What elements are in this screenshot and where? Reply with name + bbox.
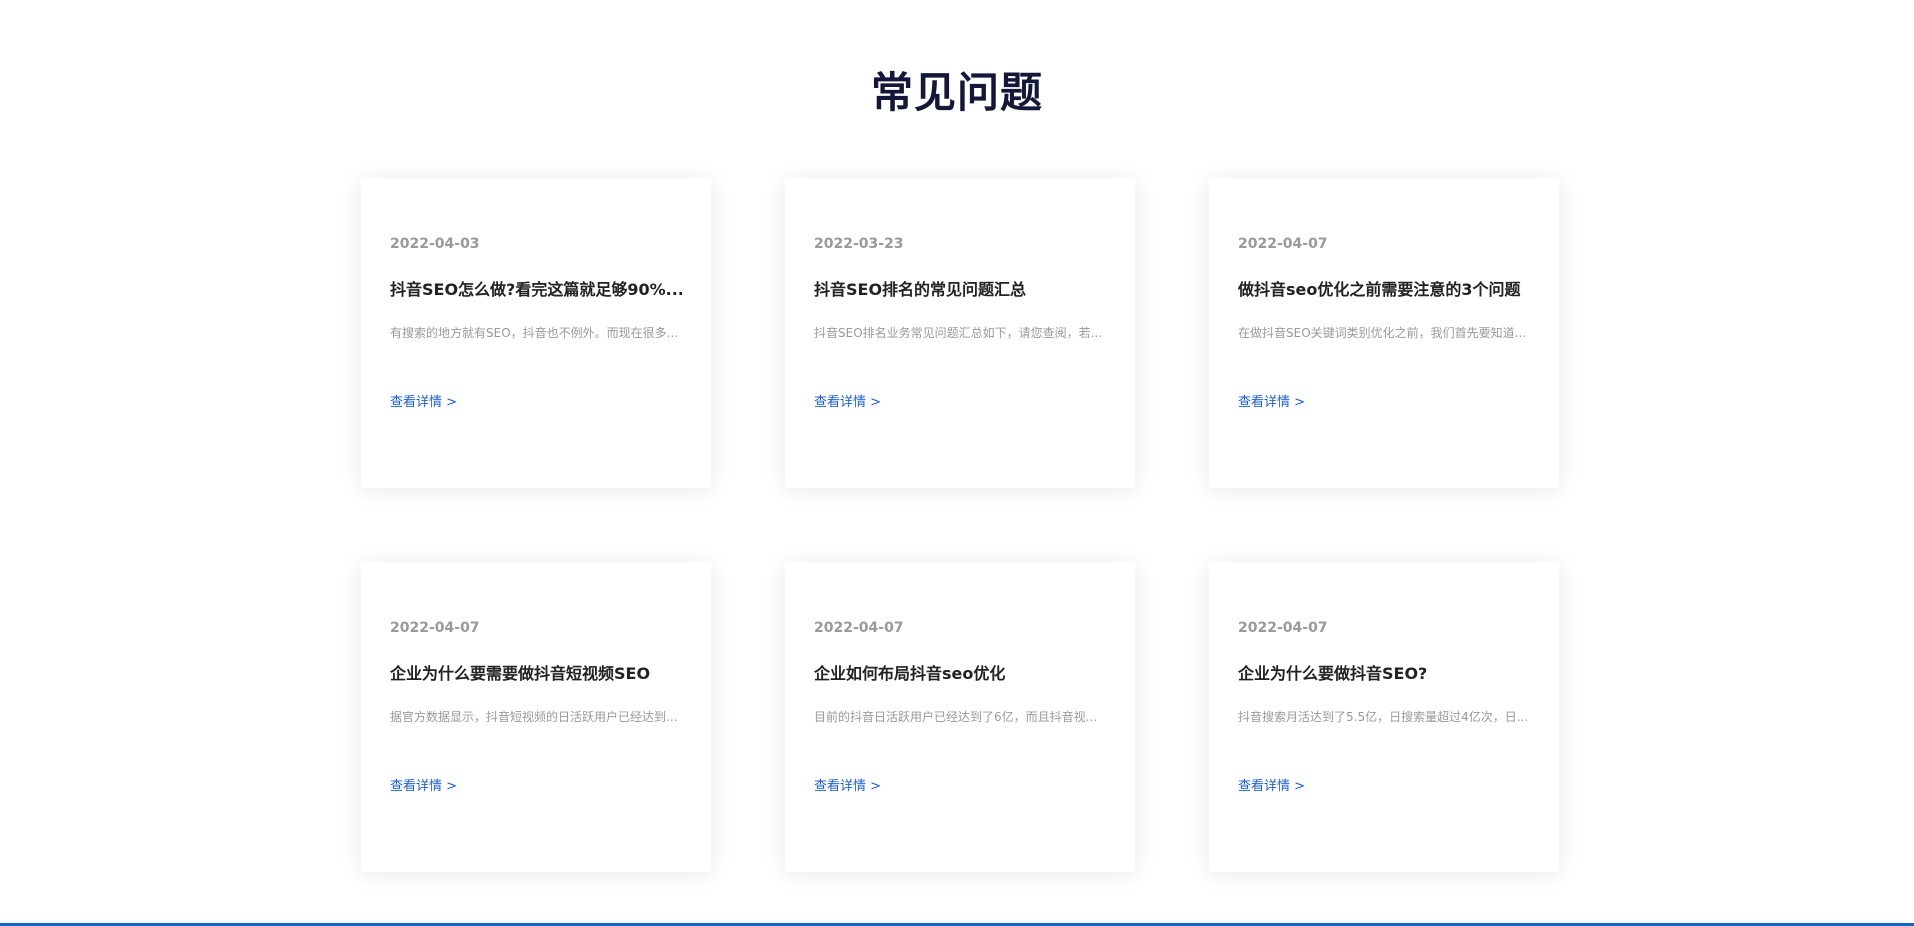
view-details-link[interactable]: 查看详情 >: [1238, 394, 1305, 412]
card-summary: 据官方数据显示，抖音短视频的日活跃用户已经达到...: [390, 710, 678, 724]
card-title[interactable]: 做抖音seo优化之前需要注意的3个问题: [1238, 279, 1530, 301]
card-title[interactable]: 企业如何布局抖音seo优化: [814, 663, 1106, 685]
faq-page: 常见问题 2022-04-03 抖音SEO怎么做?看完这篇就足够90%... 有…: [0, 0, 1914, 926]
card-date: 2022-04-07: [1238, 620, 1328, 636]
card-title[interactable]: 抖音SEO怎么做?看完这篇就足够90%...: [390, 279, 682, 301]
card-summary: 在做抖音SEO关键词类别优化之前，我们首先要知道...: [1238, 326, 1527, 340]
faq-card: 2022-04-07 企业为什么要需要做抖音短视频SEO 据官方数据显示，抖音短…: [361, 562, 711, 872]
faq-card: 2022-04-07 做抖音seo优化之前需要注意的3个问题 在做抖音SEO关键…: [1209, 178, 1559, 488]
card-title[interactable]: 企业为什么要需要做抖音短视频SEO: [390, 663, 682, 685]
view-details-link[interactable]: 查看详情 >: [390, 778, 457, 796]
card-date: 2022-03-23: [814, 236, 904, 252]
card-date: 2022-04-03: [390, 236, 480, 252]
card-summary: 抖音搜索月活达到了5.5亿，日搜索量超过4亿次，日...: [1238, 710, 1529, 724]
card-summary: 抖音SEO排名业务常见问题汇总如下，请您查阅，若...: [814, 326, 1103, 340]
faq-card-grid: 2022-04-03 抖音SEO怎么做?看完这篇就足够90%... 有搜索的地方…: [361, 178, 1560, 872]
view-details-link[interactable]: 查看详情 >: [1238, 778, 1305, 796]
faq-card: 2022-04-03 抖音SEO怎么做?看完这篇就足够90%... 有搜索的地方…: [361, 178, 711, 488]
card-date: 2022-04-07: [1238, 236, 1328, 252]
faq-card: 2022-04-07 企业为什么要做抖音SEO? 抖音搜索月活达到了5.5亿，日…: [1209, 562, 1559, 872]
card-title[interactable]: 企业为什么要做抖音SEO?: [1238, 663, 1530, 685]
faq-card: 2022-03-23 抖音SEO排名的常见问题汇总 抖音SEO排名业务常见问题汇…: [785, 178, 1135, 488]
card-summary: 有搜索的地方就有SEO，抖音也不例外。而现在很多...: [390, 326, 679, 340]
view-details-link[interactable]: 查看详情 >: [814, 778, 881, 796]
view-details-link[interactable]: 查看详情 >: [814, 394, 881, 412]
faq-card: 2022-04-07 企业如何布局抖音seo优化 目前的抖音日活跃用户已经达到了…: [785, 562, 1135, 872]
section-title: 常见问题: [870, 68, 1043, 117]
view-details-link[interactable]: 查看详情 >: [390, 394, 457, 412]
card-summary: 目前的抖音日活跃用户已经达到了6亿，而且抖音视...: [814, 710, 1098, 724]
card-title[interactable]: 抖音SEO排名的常见问题汇总: [814, 279, 1106, 301]
card-date: 2022-04-07: [814, 620, 904, 636]
card-date: 2022-04-07: [390, 620, 480, 636]
